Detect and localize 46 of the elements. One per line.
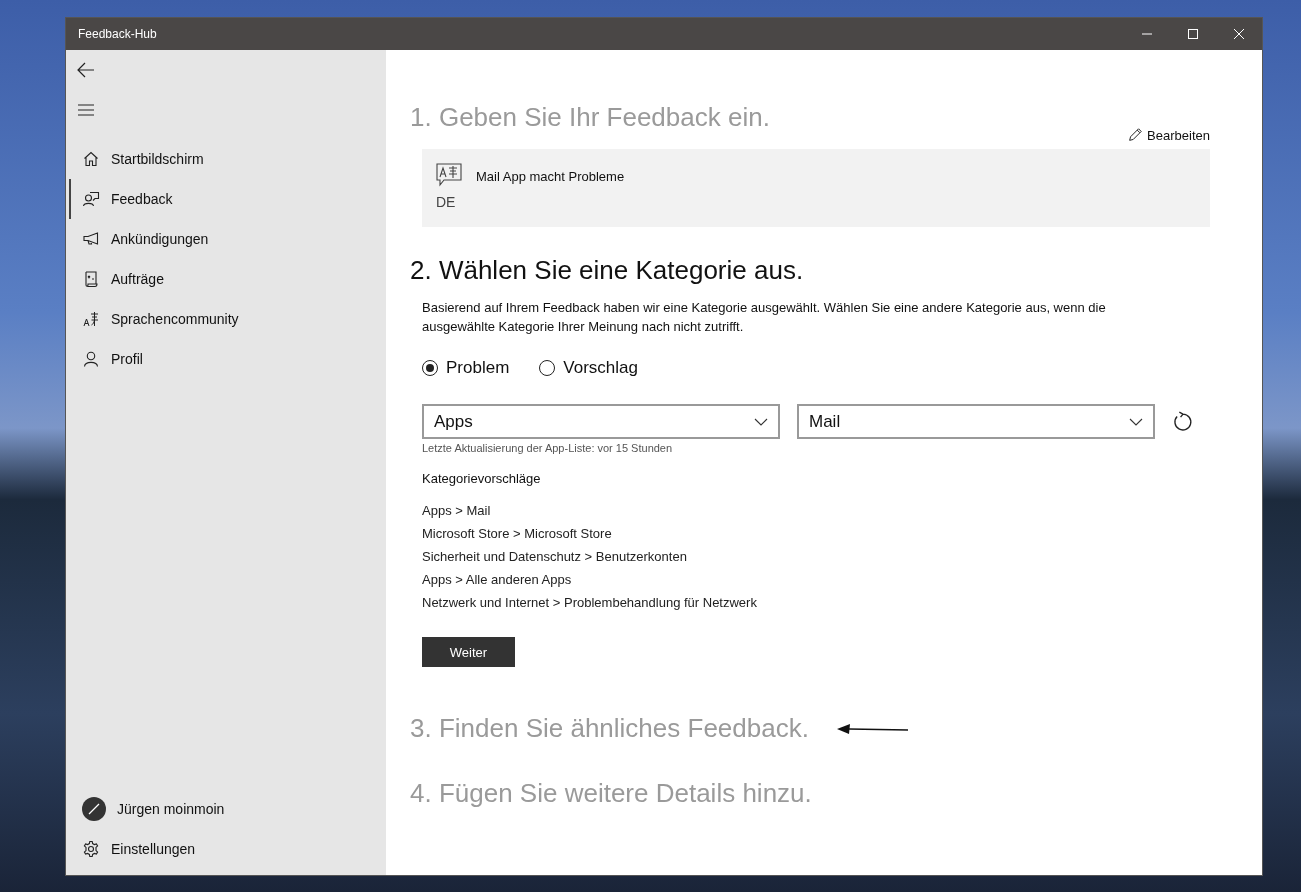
chevron-down-icon <box>1129 417 1143 426</box>
avatar-icon <box>82 797 106 821</box>
category-suggestion[interactable]: Netzwerk und Internet > Problembehandlung für Netzwerk <box>422 594 1210 611</box>
category-dropdown[interactable]: Mail <box>797 404 1155 439</box>
suggestions-heading: Kategorievorschläge <box>422 471 542 486</box>
update-note: Letzte Aktualisierung der App-Liste: vor 15 Stunden <box>422 442 674 454</box>
chevron-down-icon <box>754 417 768 426</box>
category-suggestion[interactable]: Apps > Alle anderen Apps <box>422 571 1210 588</box>
step-title: 4. Fügen Sie weitere Details hinzu. <box>410 778 813 809</box>
language-icon <box>82 310 100 328</box>
user-account[interactable]: Jürgen moinmoin <box>69 789 386 829</box>
scroll-icon <box>82 270 100 288</box>
maximize-icon <box>1188 29 1198 39</box>
menu-icon <box>78 104 94 116</box>
nav-item[interactable]: Feedback <box>69 179 386 219</box>
person-speech-icon <box>82 190 100 208</box>
person-icon <box>82 350 100 368</box>
nav-item[interactable]: Aufträge <box>69 259 386 299</box>
category-dropdown[interactable]: Apps <box>422 404 780 439</box>
step-title: 1. Geben Sie Ihr Feedback ein. <box>410 102 770 133</box>
nav-item[interactable]: Ankündigungen <box>69 219 386 259</box>
radio-option[interactable]: Vorschlag <box>539 358 638 378</box>
close-icon <box>1234 29 1244 39</box>
next-button[interactable]: Weiter <box>422 637 515 667</box>
nav-item[interactable]: Profil <box>69 339 386 379</box>
back-arrow-icon <box>77 62 95 78</box>
description-text: Basierend auf Ihrem Feedback haben wir eine Kategorie ausgewählt. Wählen Sie eine andere Kategorie aus, wenn die ausgewählte Kategorie Ihrer Meinung nach nicht zutrifft. <box>422 299 1107 336</box>
megaphone-icon <box>82 230 100 248</box>
category-suggestion[interactable]: Microsoft Store > Microsoft Store <box>422 525 1210 542</box>
settings-icon <box>82 840 100 858</box>
home-icon <box>82 150 100 168</box>
step-title: 3. Finden Sie ähnliches Feedback. <box>410 713 1210 744</box>
edit-link[interactable]: Bearbeiten <box>1127 127 1210 143</box>
pencil-icon <box>1127 127 1144 143</box>
step-title: 2. Wählen Sie eine Kategorie aus. <box>410 255 805 286</box>
nav-item[interactable]: Startbildschirm <box>69 139 386 179</box>
category-suggestion[interactable]: Sicherheit und Datenschutz > Benutzerkonten <box>422 548 1210 565</box>
language-code: DE <box>436 194 457 212</box>
window-title: Feedback-Hub <box>77 27 158 41</box>
feedback-text: Mail App macht Probleme <box>476 169 626 184</box>
nav-item[interactable]: Sprachencommunity <box>69 299 386 339</box>
settings-item[interactable]: Einstellungen <box>69 829 386 869</box>
radio-option[interactable]: Problem <box>422 358 510 378</box>
refresh-icon <box>1172 410 1194 433</box>
category-suggestion[interactable]: Apps > Mail <box>422 502 1210 519</box>
language-speech-icon <box>436 163 462 187</box>
